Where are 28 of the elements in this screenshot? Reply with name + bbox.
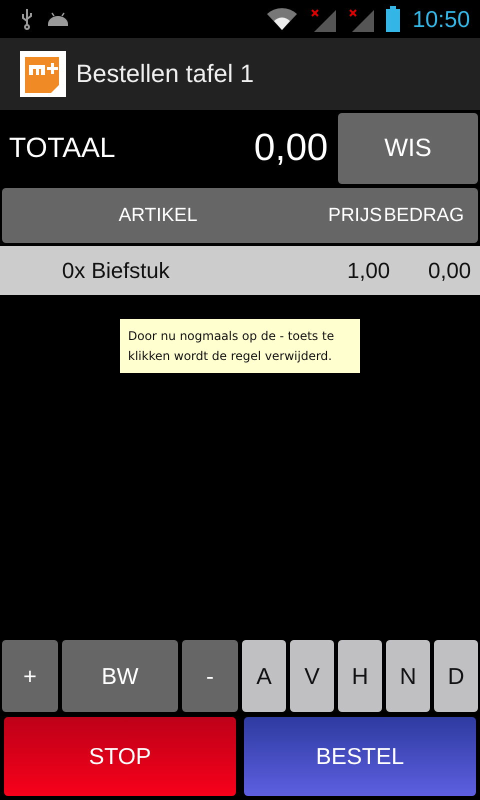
app-logo-icon <box>20 51 66 97</box>
table-cell-text: 1,00 <box>347 258 391 284</box>
android-icon <box>46 10 70 28</box>
keypad-key[interactable]: BW <box>62 640 178 712</box>
order-button[interactable]: BESTEL <box>244 717 476 796</box>
clear-button[interactable]: WIS <box>338 112 478 184</box>
screen-title: Bestellen tafel 1 <box>76 60 254 88</box>
table-cell-text: 0x Biefstuk <box>61 258 170 284</box>
toast-message: Door nu nogmaals op de - toets te klikken wordt de regel verwijderd. <box>120 319 360 373</box>
stop-button[interactable]: STOP <box>4 717 236 796</box>
total-amount: 0,00 <box>254 126 328 170</box>
column-header: PRIJS <box>328 204 383 226</box>
column-header: ARTIKEL <box>118 204 198 226</box>
keypad-key[interactable]: N <box>386 640 430 712</box>
column-header: BEDRAG <box>384 204 465 226</box>
keypad-key[interactable]: D <box>434 640 478 712</box>
keypad-key[interactable]: + <box>2 640 58 712</box>
total-label: TOTAAL <box>9 132 116 164</box>
table-cell-text: 0,00 <box>428 258 472 284</box>
keypad-key[interactable]: - <box>182 640 238 712</box>
status-time: 10:50 <box>412 6 470 32</box>
keypad-key[interactable]: H <box>338 640 382 712</box>
usb-icon <box>20 8 34 30</box>
keypad-key[interactable]: A <box>242 640 286 712</box>
wifi-icon <box>266 7 298 31</box>
keypad-key[interactable]: V <box>290 640 334 712</box>
order-row[interactable]: 0x Biefstuk 1,00 0,00 <box>0 246 480 295</box>
battery-icon <box>386 6 400 32</box>
